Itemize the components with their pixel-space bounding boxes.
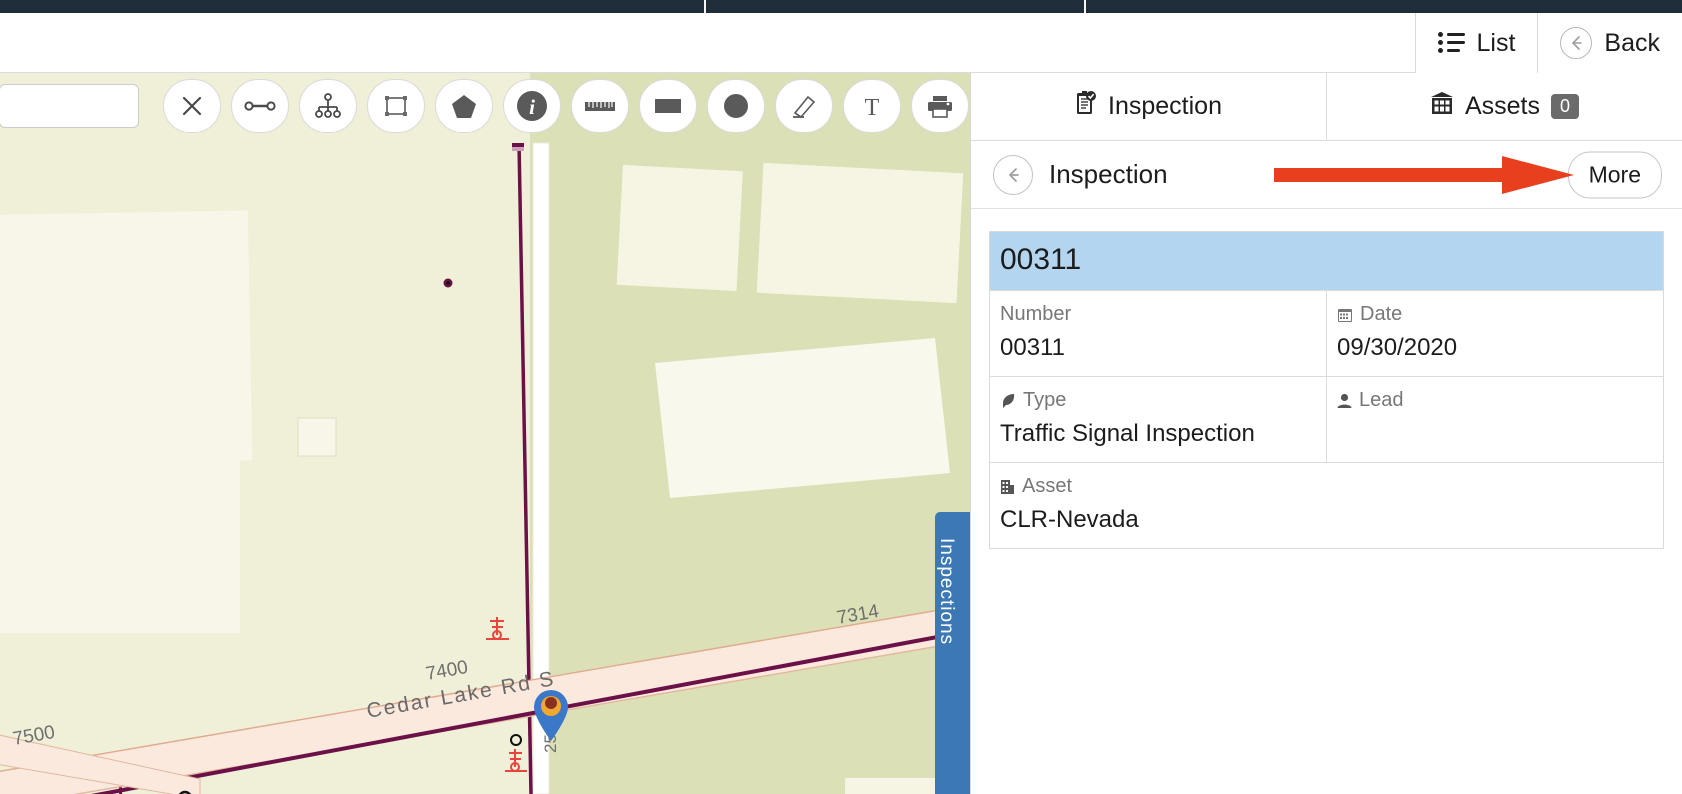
tool-trace-button[interactable] — [299, 79, 357, 133]
field-type: Type Traffic Signal Inspection — [990, 377, 1326, 462]
record-title: 00311 — [990, 232, 1663, 290]
list-icon — [1437, 32, 1465, 54]
tool-polygon-button[interactable] — [435, 79, 493, 133]
panel-back-button[interactable] — [993, 154, 1033, 195]
svg-text:i: i — [529, 95, 535, 119]
record-row: Type Traffic Signal Inspection Lead — [990, 376, 1663, 462]
field-number-value: 00311 — [1000, 334, 1065, 361]
list-button[interactable]: List — [1414, 13, 1538, 73]
text-icon: T — [860, 93, 884, 119]
field-number-label: Number — [1000, 303, 1072, 325]
app-header: List Back — [0, 13, 1682, 73]
field-asset-label: Asset — [1022, 475, 1073, 497]
inspections-side-tab[interactable]: Inspections — [935, 512, 970, 794]
tool-circle-button[interactable] — [707, 79, 765, 133]
measure-line-icon — [244, 97, 276, 115]
detail-panel: Inspection Assets 0 Inspection More 0031… — [970, 73, 1682, 794]
annotation-arrow-icon — [1274, 156, 1574, 194]
freehand-draw-icon — [790, 92, 818, 120]
tool-text-button[interactable]: T — [843, 79, 901, 133]
record-row: Number 00311 Date 09/30/2020 — [990, 290, 1663, 376]
tab-inspection[interactable]: Inspection — [971, 73, 1326, 140]
inspection-record-card: 00311 Number 00311 Date 09/30/2020 Type … — [989, 231, 1664, 549]
tab-inspection-label: Inspection — [1108, 92, 1222, 120]
panel-tabs: Inspection Assets 0 — [971, 73, 1682, 141]
filled-rectangle-icon — [654, 96, 682, 116]
field-date-value: 09/30/2020 — [1337, 334, 1458, 361]
tool-measure-button[interactable] — [571, 79, 629, 133]
network-trace-icon — [314, 92, 342, 120]
field-number: Number 00311 — [990, 291, 1326, 376]
record-row: Asset CLR-Nevada — [990, 462, 1663, 548]
polygon-icon — [451, 93, 477, 119]
assets-count-badge: 0 — [1551, 93, 1580, 120]
tab-assets[interactable]: Assets 0 — [1326, 73, 1682, 140]
tool-rectangle-button[interactable] — [639, 79, 697, 133]
building-grid-icon — [1430, 91, 1454, 122]
person-icon — [1337, 393, 1352, 409]
tool-rectangle-select-button[interactable] — [367, 79, 425, 133]
field-lead-label: Lead — [1359, 389, 1404, 411]
circle-arrow-left-icon — [1560, 27, 1593, 59]
building-icon — [1000, 479, 1015, 495]
field-type-label: Type — [1023, 389, 1067, 411]
navy-segment-2 — [706, 0, 1084, 13]
calendar-icon — [1337, 307, 1353, 323]
panel-subheader: Inspection More — [971, 141, 1682, 209]
field-date-label: Date — [1360, 303, 1403, 325]
tool-info-button[interactable]: i — [503, 79, 561, 133]
list-button-label: List — [1476, 28, 1516, 57]
field-asset-label-wrap: Asset — [1000, 475, 1653, 498]
info-icon: i — [515, 89, 549, 123]
field-type-value: Traffic Signal Inspection — [1000, 420, 1255, 447]
map-toolbar: i T — [0, 73, 970, 139]
tool-freehand-button[interactable] — [775, 79, 833, 133]
app-root: List Back 7400 7500 7314 Cedar Lake Rd S… — [0, 0, 1682, 794]
back-button-label: Back — [1604, 28, 1660, 57]
ruler-icon — [584, 98, 616, 114]
navy-segment-3 — [1086, 0, 1682, 13]
close-icon — [179, 93, 205, 119]
inspections-side-tab-label: Inspections — [936, 538, 957, 646]
field-date: Date 09/30/2020 — [1326, 291, 1663, 376]
header-actions: List Back — [1414, 13, 1682, 73]
field-type-label-wrap: Type — [1000, 389, 1316, 412]
field-lead-label-wrap: Lead — [1337, 389, 1653, 412]
tool-close-button[interactable] — [163, 79, 221, 133]
tool-line-button[interactable] — [231, 79, 289, 133]
tab-assets-label: Assets — [1464, 92, 1540, 120]
map-canvas[interactable]: 7400 7500 7314 2500 Cedar Lake Rd S Insp… — [0, 73, 970, 794]
panel-title: Inspection — [1049, 159, 1168, 189]
map-graphics: 7400 7500 7314 2500 Cedar Lake Rd S — [0, 73, 970, 794]
field-asset-value: CLR-Nevada — [1000, 506, 1139, 533]
back-button[interactable]: Back — [1537, 13, 1682, 73]
map-search-input[interactable] — [0, 84, 139, 128]
top-navy-bar — [0, 0, 1682, 13]
print-icon — [927, 94, 953, 118]
navy-segment-1 — [0, 0, 704, 13]
field-lead: Lead — [1326, 377, 1663, 462]
rectangle-select-icon — [384, 94, 408, 118]
svg-text:T: T — [865, 95, 880, 119]
field-asset: Asset CLR-Nevada — [990, 463, 1663, 548]
tag-icon — [1000, 393, 1016, 409]
field-date-label-wrap: Date — [1337, 303, 1653, 326]
tool-print-button[interactable] — [911, 79, 969, 133]
filled-circle-icon — [723, 93, 749, 119]
more-button[interactable]: More — [1567, 151, 1662, 198]
clipboard-check-icon — [1075, 90, 1097, 123]
